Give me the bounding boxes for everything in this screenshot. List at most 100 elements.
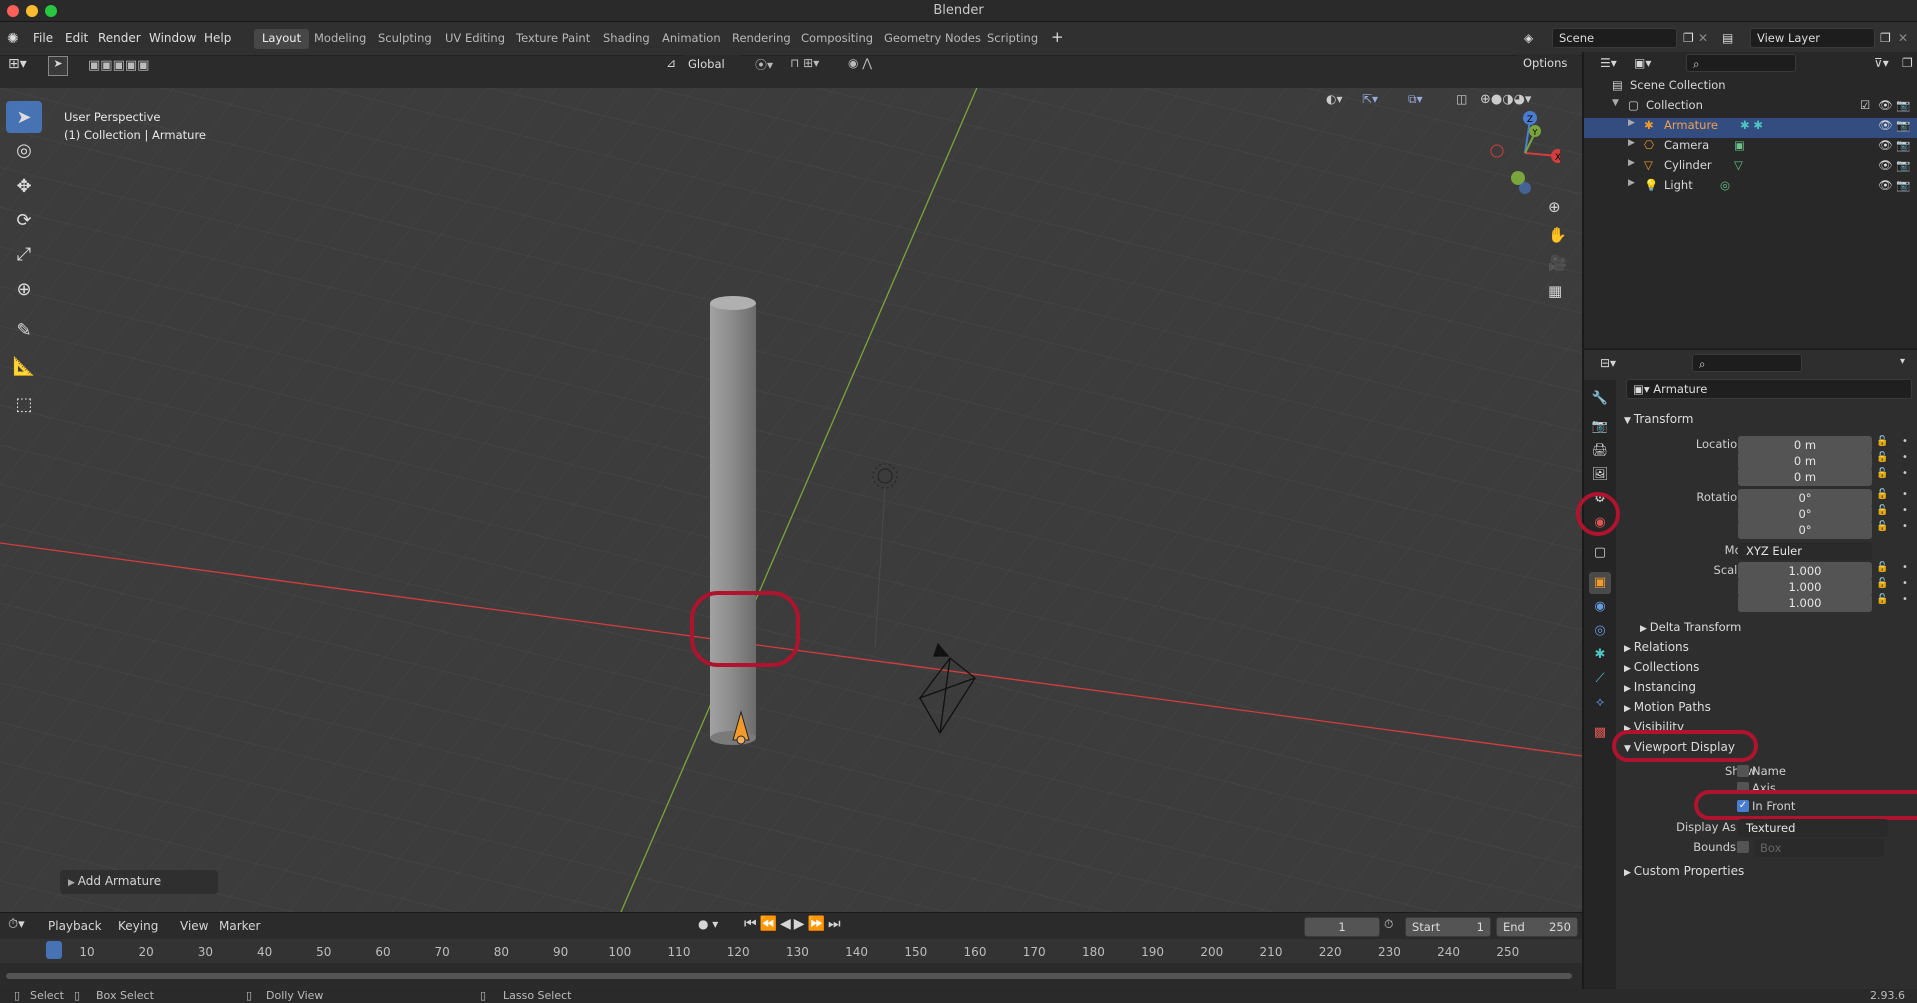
navigation-gizmo[interactable]: Z X Y: [1480, 108, 1560, 198]
view-layer-selector[interactable]: View Layer: [1750, 28, 1875, 48]
keyframe-dot-icon[interactable]: •: [1902, 505, 1908, 516]
tab-rendering[interactable]: Rendering: [724, 29, 799, 49]
shading-modes-icon[interactable]: ⊕●◑◕▾: [1480, 92, 1531, 107]
eye-icon[interactable]: 👁: [1878, 138, 1893, 152]
outliner-search[interactable]: ⌕: [1686, 54, 1796, 72]
rotation-z-field[interactable]: 0°: [1738, 521, 1872, 539]
overlays-toggle-icon[interactable]: ⧉▾: [1408, 92, 1423, 107]
stopwatch-icon[interactable]: ⏱: [1384, 917, 1393, 932]
tab-compositing[interactable]: Compositing: [793, 29, 881, 49]
last-operator-panel[interactable]: ▶ Add Armature: [60, 870, 218, 894]
xray-icon[interactable]: ◫: [1456, 92, 1467, 106]
keyframe-dot-icon[interactable]: •: [1902, 562, 1908, 573]
tab-sculpting[interactable]: Sculpting: [370, 29, 440, 49]
timeline-scrollbar[interactable]: [6, 973, 1572, 979]
tab-uv-editing[interactable]: UV Editing: [437, 29, 513, 49]
properties-search[interactable]: ⌕: [1692, 354, 1802, 372]
transform-orientation-dropdown[interactable]: Global: [682, 55, 742, 73]
relations-panel[interactable]: ▶ Relations: [1624, 640, 1689, 654]
filter-icon[interactable]: ⊽▾: [1874, 56, 1889, 70]
menu-file[interactable]: File: [33, 31, 53, 45]
scale-tool[interactable]: ⤢: [6, 238, 42, 270]
tab-geometry-nodes[interactable]: Geometry Nodes: [876, 29, 989, 49]
add-cube-tool[interactable]: ⬚: [6, 388, 42, 420]
lock-icon[interactable]: 🔓: [1876, 436, 1888, 447]
keyframe-dot-icon[interactable]: •: [1902, 436, 1908, 447]
lock-icon[interactable]: 🔓: [1876, 505, 1888, 516]
output-tab-icon[interactable]: 🖨: [1589, 440, 1611, 462]
blender-logo-icon[interactable]: ✺: [7, 31, 19, 47]
gizmo-toggle-icon[interactable]: ⇱▾: [1362, 92, 1378, 106]
object-tab-icon[interactable]: ▣: [1589, 572, 1611, 594]
bounds-checkbox[interactable]: [1737, 841, 1749, 853]
outliner-item-light[interactable]: ▶ 💡 Light ◎ 👁 📷: [1584, 178, 1917, 198]
tab-texture-paint[interactable]: Texture Paint: [508, 29, 598, 49]
object-data-tab-icon[interactable]: ✱: [1589, 644, 1611, 666]
display-as-dropdown[interactable]: Textured: [1738, 819, 1888, 837]
render-camera-icon[interactable]: 📷: [1896, 158, 1910, 172]
visibility-icon[interactable]: ◐▾: [1326, 92, 1343, 106]
lock-icon[interactable]: 🔓: [1876, 521, 1888, 532]
pivot-point-icon[interactable]: ⦿▾: [755, 56, 773, 73]
timeline-editor-icon[interactable]: ⏱▾: [8, 917, 25, 932]
tab-modeling[interactable]: Modeling: [306, 29, 374, 49]
lock-icon[interactable]: 🔓: [1876, 578, 1888, 589]
options-dropdown[interactable]: Options: [1517, 54, 1579, 72]
snap-icon[interactable]: ⊓ ⊞▾: [790, 56, 819, 70]
eye-icon[interactable]: 👁: [1878, 118, 1893, 132]
cursor-tool[interactable]: ◎: [6, 134, 42, 166]
start-frame-field[interactable]: Start 1: [1405, 917, 1491, 937]
measure-tool[interactable]: 📐: [6, 350, 42, 382]
transform-panel-header[interactable]: ▼ Transform: [1624, 412, 1694, 426]
end-frame-field[interactable]: End 250: [1496, 917, 1578, 937]
display-mode-icon[interactable]: ▣▾: [1634, 56, 1651, 70]
remove-scene-icon[interactable]: ✕: [1698, 31, 1708, 45]
keyframe-dot-icon[interactable]: •: [1902, 521, 1908, 532]
ortho-toggle-icon[interactable]: ▦: [1548, 282, 1562, 300]
location-z-field[interactable]: 0 m: [1738, 468, 1872, 486]
keyframe-dot-icon[interactable]: •: [1902, 468, 1908, 479]
outliner-collection[interactable]: ▼ ▢ Collection ☑ 👁 📷: [1584, 98, 1917, 118]
timeline-menu-keying[interactable]: Keying: [118, 919, 158, 933]
keyframe-dot-icon[interactable]: •: [1902, 594, 1908, 605]
name-checkbox[interactable]: [1737, 765, 1749, 777]
lock-icon[interactable]: 🔓: [1876, 468, 1888, 479]
playhead[interactable]: [46, 941, 62, 959]
keyframe-dot-icon[interactable]: •: [1902, 489, 1908, 500]
view-layer-tab-icon[interactable]: 🖼: [1589, 464, 1611, 486]
bone-constraint-tab-icon[interactable]: ⟡: [1589, 692, 1611, 714]
outliner-editor-icon[interactable]: ☰▾: [1600, 56, 1617, 70]
select-tool-icon[interactable]: ➤: [48, 56, 68, 76]
zoom-icon[interactable]: ⊕: [1548, 198, 1561, 216]
editor-type-icon[interactable]: ⊞▾: [8, 56, 27, 72]
eye-icon[interactable]: 👁: [1878, 158, 1893, 172]
current-frame-field[interactable]: 1: [1304, 917, 1380, 937]
keyframe-dot-icon[interactable]: •: [1902, 578, 1908, 589]
motion-paths-panel[interactable]: ▶ Motion Paths: [1624, 700, 1711, 714]
add-workspace-icon[interactable]: +: [1051, 28, 1064, 46]
pan-hand-icon[interactable]: ✋: [1548, 226, 1567, 244]
include-checkbox-icon[interactable]: ☑: [1860, 98, 1870, 112]
outliner-scene-collection[interactable]: ▤ Scene Collection: [1584, 78, 1917, 98]
bone-tab-icon[interactable]: ⟋: [1589, 668, 1611, 690]
camera-view-icon[interactable]: 🎥: [1548, 254, 1567, 272]
lock-icon[interactable]: 🔓: [1876, 594, 1888, 605]
new-collection-icon[interactable]: ❐: [1902, 56, 1913, 70]
eye-icon[interactable]: 👁: [1878, 98, 1893, 112]
rotation-mode-dropdown[interactable]: XYZ Euler: [1738, 542, 1872, 560]
eye-icon[interactable]: 👁: [1878, 178, 1893, 192]
menu-window[interactable]: Window: [149, 31, 196, 45]
selection-modes-icon[interactable]: ▣▣▣▣▣: [88, 58, 149, 73]
menu-edit[interactable]: Edit: [65, 31, 88, 45]
render-camera-icon[interactable]: 📷: [1896, 178, 1910, 192]
timeline-menu-playback[interactable]: Playback: [48, 919, 102, 933]
tab-animation[interactable]: Animation: [654, 29, 729, 49]
scene-icon[interactable]: ◈: [1524, 31, 1533, 45]
outliner-item-camera[interactable]: ▶ ⎔ Camera ▣ 👁 📷: [1584, 138, 1917, 158]
copy-scene-icon[interactable]: ❐: [1683, 31, 1694, 45]
tab-shading[interactable]: Shading: [595, 29, 658, 49]
3d-viewport[interactable]: ➤ ◎ ✥ ⟳ ⤢ ⊕ ✎ 📐 ⬚ User Perspective (1) C…: [0, 88, 1582, 912]
outliner-item-armature[interactable]: ▶ ✱ Armature ✱ ✱ 👁 📷: [1584, 118, 1917, 138]
collections-panel[interactable]: ▶ Collections: [1624, 660, 1699, 674]
autokey-icon[interactable]: ● ▾: [698, 917, 718, 931]
